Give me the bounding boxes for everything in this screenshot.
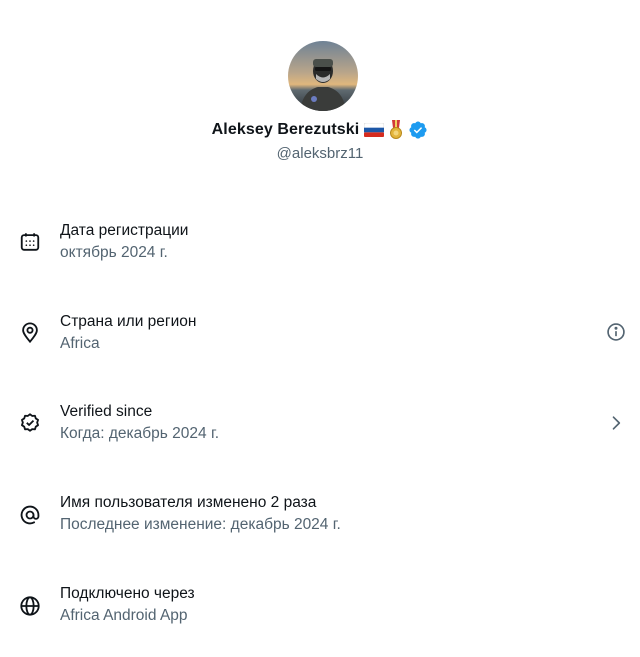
username-handle: @aleksbrz11 xyxy=(276,145,364,162)
detail-title: Имя пользователя изменено 2 раза xyxy=(60,494,317,511)
detail-row-country: Страна или регион Africa xyxy=(0,311,640,381)
verified-badge-icon[interactable] xyxy=(408,120,428,140)
detail-row-connected-via: Подключено через Africa Android App xyxy=(0,583,640,653)
name-line: Aleksey Berezutski xyxy=(0,118,640,142)
detail-title: Подключено через xyxy=(60,585,195,602)
detail-subtitle: Когда: декабрь 2024 г. xyxy=(60,425,220,442)
avatar[interactable] xyxy=(288,41,358,111)
detail-title: Verified since xyxy=(60,403,153,420)
detail-row-username-changes: Имя пользователя изменено 2 раза Последн… xyxy=(0,492,640,562)
detail-title: Страна или регион xyxy=(60,313,197,330)
globe-icon xyxy=(18,594,42,618)
detail-subtitle: Africa xyxy=(60,335,100,352)
chevron-right-icon[interactable] xyxy=(604,411,628,435)
detail-subtitle: Последнее изменение: декабрь 2024 г. xyxy=(60,516,341,533)
detail-title: Дата регистрации xyxy=(60,222,189,239)
verified-check-icon xyxy=(18,411,42,435)
detail-subtitle: октябрь 2024 г. xyxy=(60,244,168,261)
at-sign-icon xyxy=(18,503,42,527)
detail-row-verified[interactable]: Verified since Когда: декабрь 2024 г. xyxy=(0,401,640,471)
russia-flag-emoji xyxy=(364,123,385,137)
medal-emoji xyxy=(389,120,403,140)
location-pin-icon xyxy=(18,321,42,345)
calendar-icon xyxy=(18,230,42,254)
detail-row-registration: Дата регистрации октябрь 2024 г. xyxy=(0,220,640,290)
detail-subtitle: Africa Android App xyxy=(60,607,188,624)
info-icon[interactable] xyxy=(604,320,628,344)
display-name: Aleksey Berezutski xyxy=(211,121,360,138)
